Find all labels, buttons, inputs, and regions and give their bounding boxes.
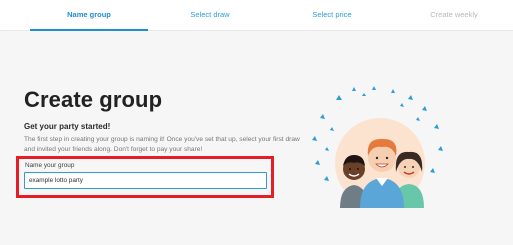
step-select-draw[interactable]: Select draw	[166, 0, 254, 31]
group-name-label: Name your group	[25, 162, 75, 169]
page-title: Create group	[24, 87, 163, 112]
step-create-weekly: Create weekly	[430, 10, 478, 19]
page-subtitle: Get your party started!	[24, 122, 111, 131]
group-name-input[interactable]	[24, 172, 267, 189]
create-group-page: Name group Select draw Select price Crea…	[0, 0, 513, 245]
step-select-price[interactable]: Select price	[288, 0, 376, 31]
page-description: The first step in creating your group is…	[24, 136, 300, 153]
step-name-group[interactable]: Name group	[30, 0, 148, 31]
stepper-nav: Name group Select draw Select price Crea…	[0, 0, 513, 31]
group-of-friends-illustration	[312, 86, 443, 208]
